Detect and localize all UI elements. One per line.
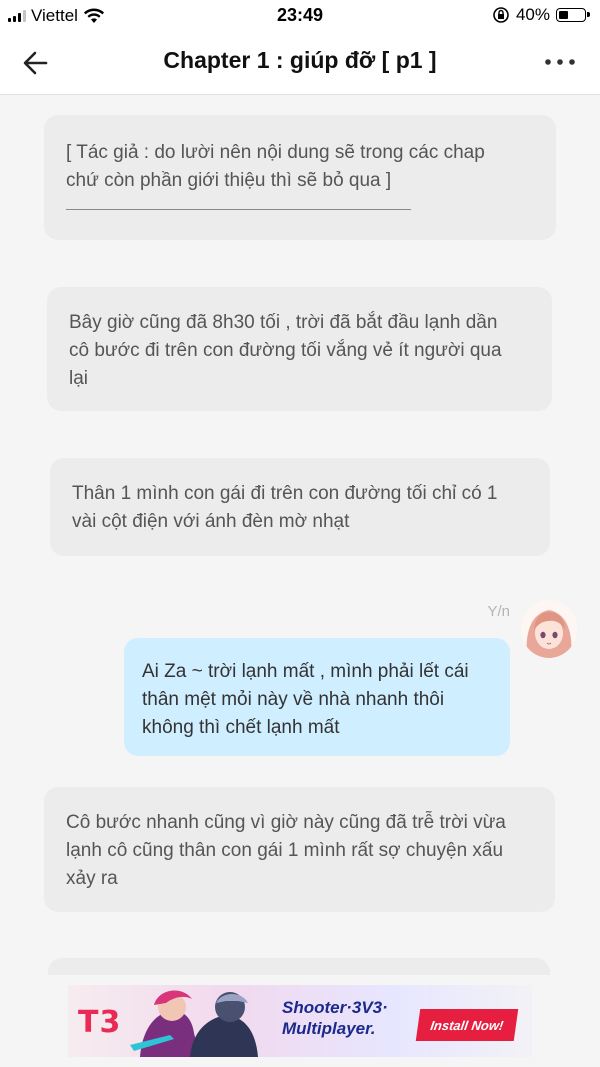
- avatar-image: [521, 600, 577, 658]
- message-line: vài cột điện với ánh đèn mờ nhạt: [72, 511, 350, 532]
- install-now-label: Install Now!: [429, 1017, 505, 1033]
- message-line: lại: [69, 368, 89, 389]
- message-line: chứ còn phần giới thiệu thì sẽ bỏ qua ]: [66, 170, 392, 191]
- ad-characters-image: [130, 990, 258, 1057]
- ad-headline: Shooter·3V3· Multiplayer.: [282, 998, 388, 1038]
- message-line: lạnh cô cũng thân con gái 1 mình rất sợ …: [66, 840, 504, 861]
- orientation-lock-icon: [493, 7, 509, 23]
- status-right: 40%: [492, 5, 590, 25]
- dialogue-bubble: Ai Za ~ trời lạnh mất , mình phải lết cá…: [124, 638, 510, 756]
- narration-bubble: Thân 1 mình con gái đi trên con đường tố…: [50, 458, 550, 556]
- battery-icon: [556, 8, 590, 22]
- message-line: Ai Za ~ trời lạnh mất , mình phải lết cá…: [142, 661, 469, 682]
- battery-percent: 40%: [515, 5, 550, 24]
- arrow-left-icon[interactable]: [18, 46, 54, 80]
- ad-brand-logo: T3: [78, 1005, 122, 1040]
- status-bar: Viettel 23:49 40%: [0, 0, 600, 32]
- avatar[interactable]: [521, 600, 577, 658]
- message-line: cô bước đi trên con đường tối vắng vẻ ít…: [69, 340, 502, 361]
- more-horizontal-icon[interactable]: [540, 48, 580, 76]
- ad-area: T3 Shooter·3V3· Multiplayer. Install Now…: [0, 975, 600, 1067]
- message-line: Thân 1 mình con gái đi trên con đường tố…: [72, 483, 498, 504]
- narration-bubble: Cô bước nhanh cũng vì giờ này cũng đã tr…: [44, 787, 555, 912]
- chapter-header: Chapter 1 : giúp đỡ [ p1 ]: [0, 32, 600, 95]
- divider: [66, 209, 411, 210]
- message-line: xảy ra: [66, 868, 118, 889]
- install-now-button[interactable]: Install Now!: [415, 1009, 519, 1041]
- ad-banner[interactable]: T3 Shooter·3V3· Multiplayer. Install Now…: [68, 985, 532, 1057]
- narration-bubble: Bây giờ cũng đã 8h30 tối , trời đã bắt đ…: [47, 287, 552, 411]
- message-line: không thì chết lạnh mất: [142, 717, 340, 738]
- message-line: Bây giờ cũng đã 8h30 tối , trời đã bắt đ…: [69, 312, 498, 333]
- sender-name: Y/n: [487, 603, 510, 620]
- chapter-title: Chapter 1 : giúp đỡ [ p1 ]: [163, 47, 437, 73]
- narration-bubble: [ Tác giả : do lười nên nội dung sẽ tron…: [44, 115, 556, 240]
- message-line: thân mệt mỏi này về nhà nhanh thôi: [142, 689, 445, 710]
- message-line: Cô bước nhanh cũng vì giờ này cũng đã tr…: [66, 812, 506, 833]
- message-line: [ Tác giả : do lười nên nội dung sẽ tron…: [66, 142, 485, 163]
